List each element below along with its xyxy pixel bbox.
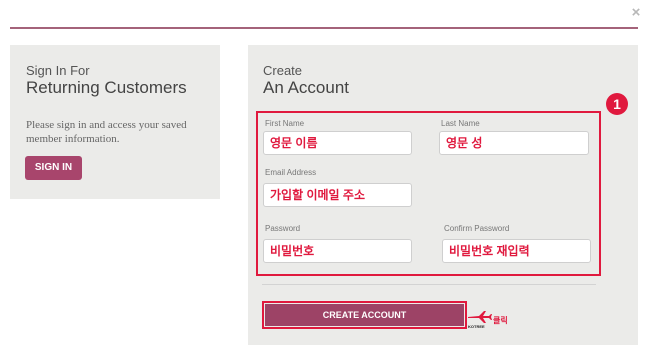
- first-name-label: First Name: [265, 119, 305, 128]
- sign-in-description: Please sign in and access your saved mem…: [26, 119, 187, 145]
- step-badge: 1: [606, 93, 628, 115]
- password-field[interactable]: 비밀번호: [263, 239, 412, 263]
- last-name-label: Last Name: [441, 119, 480, 128]
- click-hint: KOTREE 클릭: [467, 310, 519, 332]
- sign-in-panel: Sign In For Returning Customers Please s…: [10, 45, 220, 199]
- form-divider: [262, 284, 596, 285]
- sign-in-title: Returning Customers: [26, 78, 187, 97]
- email-field[interactable]: 가입할 이메일 주소: [263, 183, 412, 207]
- airplane-icon: [468, 311, 492, 323]
- password-label: Password: [265, 224, 301, 233]
- first-name-field[interactable]: 영문 이름: [263, 131, 412, 155]
- create-account-title: An Account: [263, 78, 350, 97]
- sign-in-subtitle: Sign In For: [26, 63, 90, 78]
- last-name-field[interactable]: 영문 성: [439, 131, 589, 155]
- header-divider: [10, 27, 638, 29]
- confirm-password-label: Confirm Password: [444, 224, 510, 233]
- click-hint-brand: KOTREE: [468, 324, 485, 329]
- close-icon[interactable]: ×: [629, 5, 643, 20]
- create-account-subtitle: Create: [263, 63, 303, 78]
- create-account-button[interactable]: CREATE ACCOUNT: [265, 304, 464, 326]
- click-hint-label: 클릭: [493, 316, 508, 325]
- sign-in-button[interactable]: SIGN IN: [25, 156, 82, 180]
- email-label: Email Address: [265, 168, 317, 177]
- confirm-password-field[interactable]: 비밀번호 재입력: [442, 239, 591, 263]
